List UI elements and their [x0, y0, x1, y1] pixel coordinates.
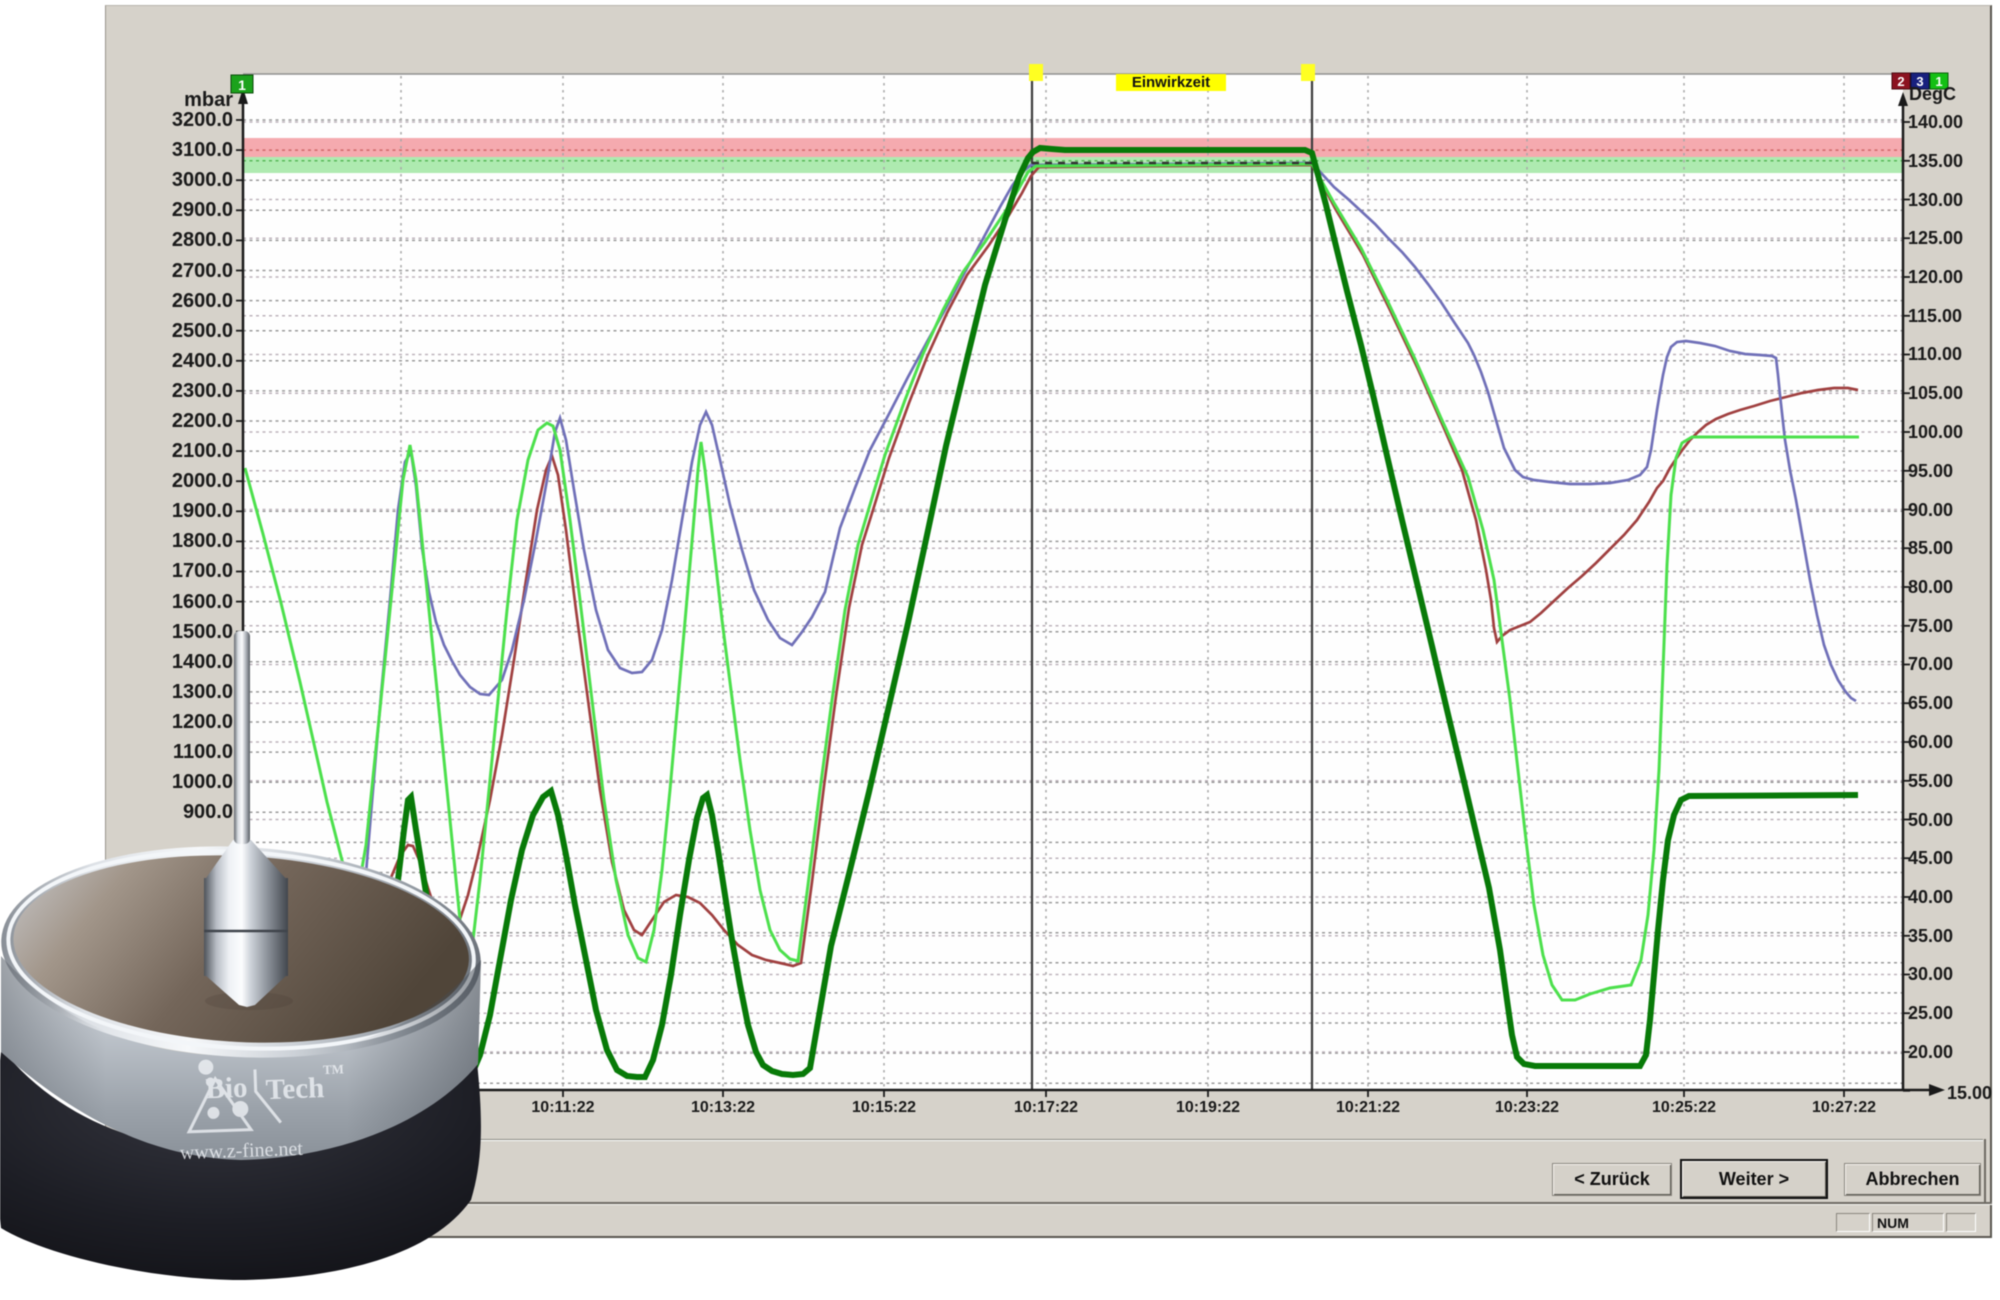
svg-text:TM: TM: [323, 1061, 344, 1077]
svg-text:2: 2: [1897, 74, 1904, 89]
svg-text:www.z-fine.net: www.z-fine.net: [179, 1138, 303, 1164]
svg-text:1: 1: [238, 77, 246, 93]
svg-text:Tech: Tech: [265, 1072, 325, 1106]
